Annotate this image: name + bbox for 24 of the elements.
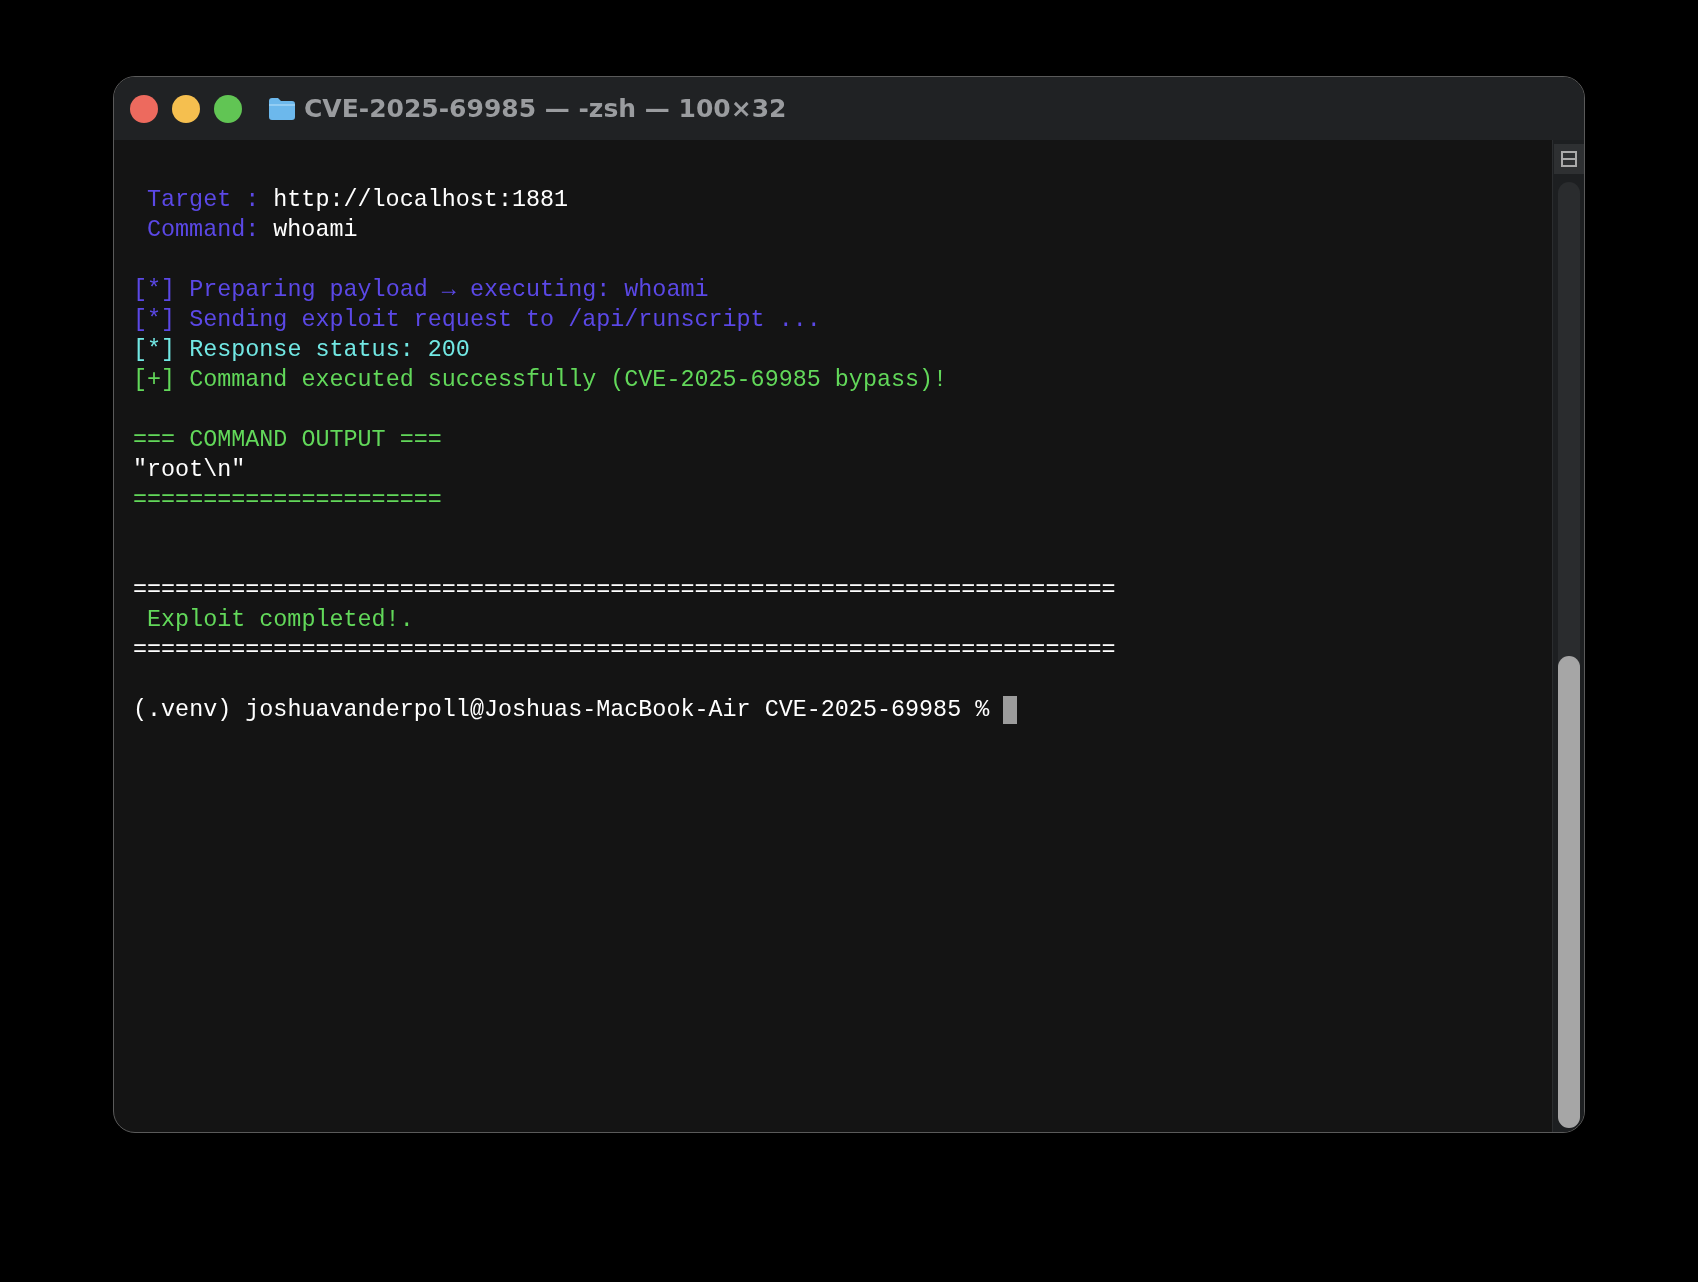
output-text: ====================================================================== [133,576,1116,605]
window-title: CVE-2025-69985 — -zsh — 100×32 [304,92,787,125]
close-button[interactable] [130,94,158,123]
minimize-button[interactable] [172,94,200,123]
output-text: Target : [147,186,260,215]
shell-prompt: (.venv) joshuavanderpoll@Joshuas-MacBook-Air CVE-2025-69985 % [133,696,990,725]
output-text: ====================================================================== [133,636,1116,665]
zoom-button[interactable] [214,94,242,123]
output-text: ====================== [133,486,442,515]
output-text: Command: [147,216,260,245]
split-pane-button[interactable] [1553,144,1584,174]
output-text: [*] Preparing payload → executing: whoami [133,276,709,305]
text-cursor [1003,696,1018,724]
output-text: Exploit completed!. [147,606,414,635]
scrollbar-thumb[interactable] [1557,656,1580,1128]
output-text: [*] Response status: 200 [133,336,470,365]
output-text: whoami [273,216,358,245]
output-text: [*] Sending exploit request to /api/runscript ... [133,306,821,335]
output-text: http://localhost:1881 [273,186,569,215]
folder-icon [268,96,296,121]
split-icon [1560,151,1577,167]
output-text: "root\n" [133,456,246,485]
output-text: === COMMAND OUTPUT === [133,426,442,455]
output-text: [+] Command executed successfully (CVE-2025-69985 bypass)! [133,366,948,395]
